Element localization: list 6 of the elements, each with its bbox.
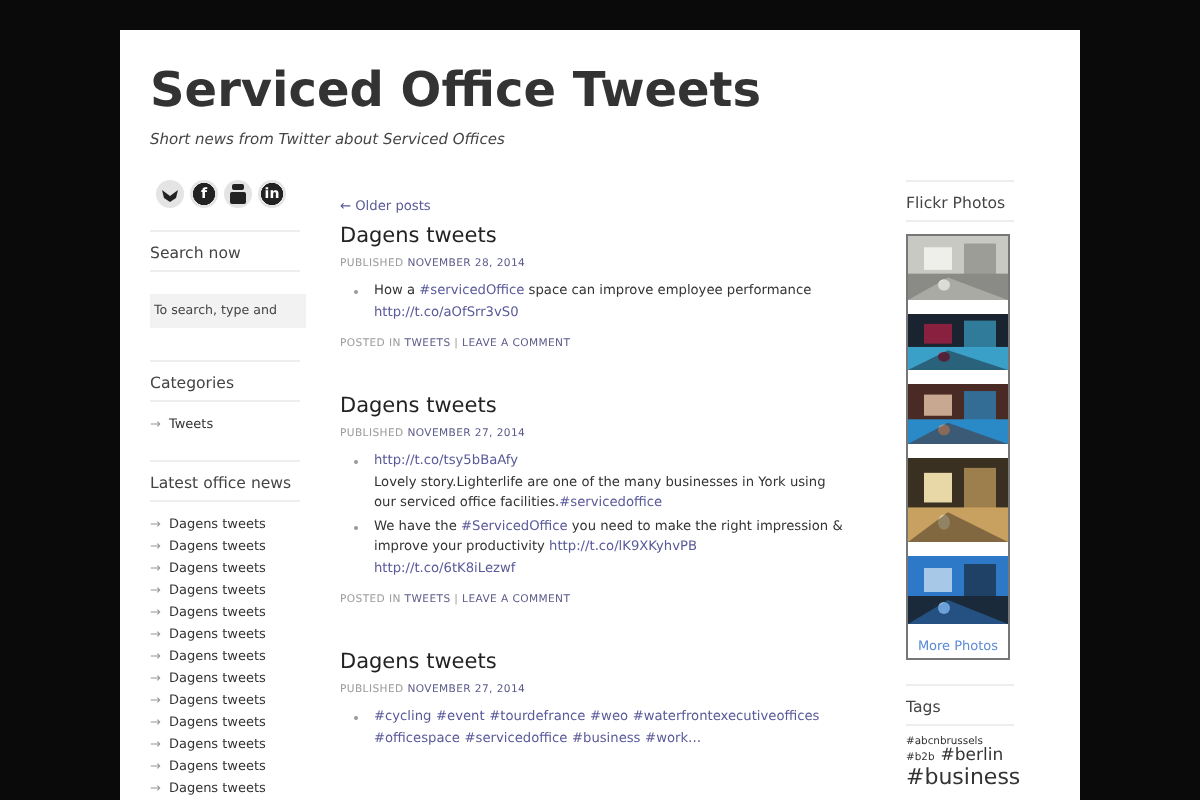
post-title[interactable]: Dagens tweets [340, 224, 850, 250]
post-title[interactable]: Dagens tweets [340, 650, 850, 676]
tag-link[interactable]: #berlin [940, 748, 1004, 766]
site-title[interactable]: Serviced Office Tweets [150, 60, 1050, 120]
post-title[interactable]: Dagens tweets [340, 394, 850, 420]
tag-link[interactable]: #business [906, 765, 1021, 788]
